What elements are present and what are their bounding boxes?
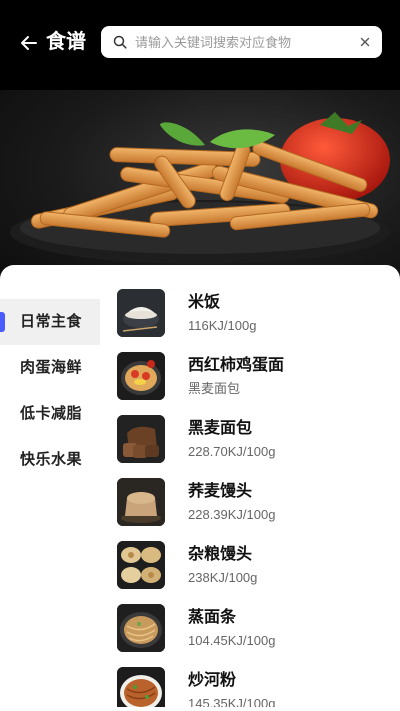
food-calories: 228.39KJ/100g <box>188 507 276 522</box>
hero-image <box>0 90 400 290</box>
food-calories: 黑麦面包 <box>188 381 241 396</box>
category-meat-egg-seafood[interactable]: 肉蛋海鲜 <box>0 345 100 391</box>
food-image <box>117 604 165 652</box>
food-name: 西红柿鸡蛋面 <box>188 357 285 374</box>
food-image <box>117 415 165 463</box>
list-item[interactable]: 蒸面条 104.45KJ/100g <box>100 604 400 666</box>
food-calories: 228.70KJ/100g <box>188 444 276 459</box>
fried-pasta-illustration <box>10 112 390 264</box>
food-name: 荞麦馒头 <box>188 483 253 500</box>
food-image <box>117 289 165 337</box>
close-icon[interactable] <box>358 35 372 49</box>
category-daily-staples[interactable]: 日常主食 <box>0 299 100 345</box>
arrow-left-icon[interactable] <box>16 30 42 56</box>
search-box[interactable] <box>101 26 382 58</box>
search-icon <box>113 35 127 49</box>
food-calories: 238KJ/100g <box>188 570 258 585</box>
category-fruit[interactable]: 快乐水果 <box>0 437 100 483</box>
list-item[interactable]: 荞麦馒头 228.39KJ/100g <box>100 478 400 540</box>
list-item[interactable]: 米饭 116KJ/100g <box>100 289 400 351</box>
food-image <box>117 478 165 526</box>
food-name: 米饭 <box>188 294 221 311</box>
food-image <box>117 352 165 400</box>
list-item[interactable]: 西红柿鸡蛋面 黑麦面包 <box>100 352 400 414</box>
bottom-divider <box>0 707 400 711</box>
list-item[interactable]: 黑麦面包 228.70KJ/100g <box>100 415 400 477</box>
list-item[interactable]: 炒河粉 145.35KJ/100g <box>100 667 400 711</box>
page-title: 食谱 <box>46 31 86 53</box>
food-calories: 116KJ/100g <box>188 318 257 333</box>
food-name: 杂粮馒头 <box>188 546 253 563</box>
category-sidebar: 日常主食 肉蛋海鲜 低卡减脂 快乐水果 <box>0 299 100 483</box>
header-bar: 食谱 <box>0 0 400 90</box>
food-calories: 104.45KJ/100g <box>188 633 276 648</box>
food-image <box>117 541 165 589</box>
category-low-cal[interactable]: 低卡减脂 <box>0 391 100 437</box>
list-item[interactable]: 杂粮馒头 238KJ/100g <box>100 541 400 603</box>
food-name: 炒河粉 <box>188 672 237 689</box>
food-image <box>117 667 165 711</box>
food-name: 蒸面条 <box>188 609 237 626</box>
search-input[interactable] <box>135 27 345 57</box>
food-name: 黑麦面包 <box>188 420 253 437</box>
content-panel: 日常主食 肉蛋海鲜 低卡减脂 快乐水果 米饭 116KJ/100g 西红柿鸡蛋面… <box>0 265 400 711</box>
